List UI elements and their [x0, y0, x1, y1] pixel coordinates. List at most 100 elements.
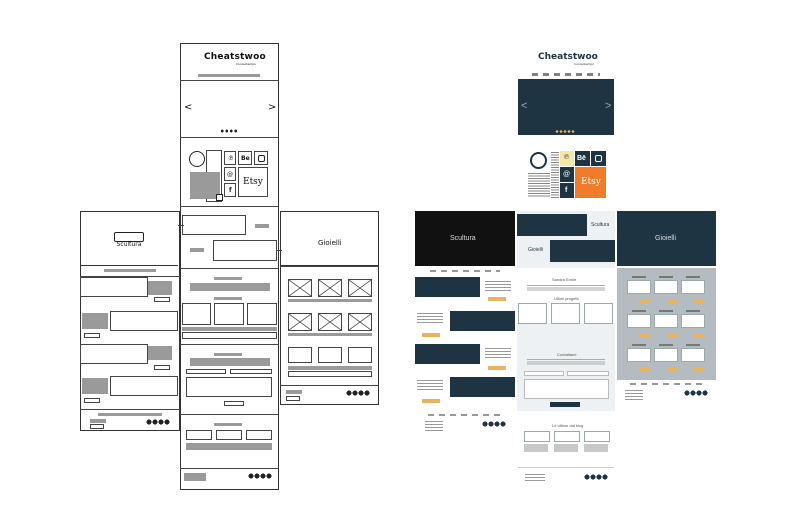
mockup-product-row[interactable] [415, 344, 480, 364]
mockup-product-row[interactable] [415, 277, 480, 297]
wireframe-nav-bar [98, 413, 162, 416]
mockup-product-button[interactable] [640, 299, 650, 303]
mockup-product-card[interactable] [654, 314, 678, 328]
mockup-footer-social-icons [482, 421, 506, 427]
wireframe-work-card[interactable] [182, 303, 211, 325]
mockup-product-button[interactable] [488, 366, 506, 370]
mockup-product-card[interactable] [627, 314, 651, 328]
mockup-product-row[interactable] [450, 311, 515, 331]
mockup-product-text [417, 380, 443, 392]
wireframe-heading-bar [214, 297, 242, 300]
mockup-product-button[interactable] [667, 367, 677, 371]
mockup-product-button[interactable] [422, 399, 440, 403]
wireframe-input-name[interactable] [186, 369, 226, 374]
mockup-product-card[interactable] [627, 280, 651, 294]
mockup-etsy-button[interactable]: Etsy [575, 167, 606, 198]
wireframe-blog-card[interactable] [216, 430, 242, 440]
wireframe-facebook-button[interactable]: f [224, 183, 236, 197]
mockup-slider-prev[interactable]: < [521, 101, 527, 112]
mockup-gioielli-tile[interactable] [550, 240, 615, 262]
wireframe-product-image[interactable] [318, 347, 342, 363]
mockup-nav-menu[interactable] [532, 73, 600, 76]
mockup-product-label [632, 344, 646, 346]
mockup-product-button[interactable] [694, 333, 704, 337]
wireframe-scultura-tile[interactable] [182, 215, 246, 235]
mockup-product-button[interactable] [694, 367, 704, 371]
wireframe-product-image[interactable] [318, 313, 342, 331]
mockup-product-card[interactable] [681, 280, 705, 294]
mockup-blog-card[interactable] [554, 431, 580, 442]
mockup-nav-menu[interactable] [428, 414, 502, 416]
mockup-nav-menu[interactable] [630, 383, 704, 385]
wireframe-divider [180, 414, 279, 415]
wireframe-instagram-button[interactable] [254, 151, 268, 165]
wireframe-product-image[interactable] [348, 347, 372, 363]
wireframe-footer-button[interactable] [286, 396, 300, 401]
mockup-pinterest-button[interactable]: ℗ [560, 151, 574, 166]
mockup-contact-heading: Contattami [557, 352, 577, 357]
wireframe-gioielli-tile[interactable] [213, 240, 277, 261]
mockup-facebook-button[interactable]: f [560, 183, 574, 198]
wireframe-product-row[interactable] [110, 376, 178, 396]
wireframe-blog-card[interactable] [246, 430, 272, 440]
mockup-product-button[interactable] [667, 333, 677, 337]
wireframe-logo-text: Cheatstwoo [204, 52, 266, 62]
wireframe-product-button[interactable] [84, 333, 100, 338]
mockup-input-name[interactable] [524, 371, 564, 376]
mockup-work-card[interactable] [551, 303, 580, 324]
mockup-product-card[interactable] [654, 348, 678, 362]
mockup-product-card[interactable] [627, 348, 651, 362]
wireframe-email-button[interactable]: @ [224, 167, 236, 181]
mockup-nav-menu[interactable] [430, 270, 500, 272]
mockup-product-row[interactable] [450, 377, 515, 397]
mockup-product-button[interactable] [640, 333, 650, 337]
wireframe-product-image[interactable] [318, 279, 342, 297]
wireframe-pinterest-button[interactable]: ℗ [224, 151, 236, 165]
wireframe-slider-prev[interactable]: < [184, 103, 192, 113]
mockup-textarea[interactable] [524, 379, 609, 399]
mockup-product-button[interactable] [667, 299, 677, 303]
mockup-work-card[interactable] [584, 303, 613, 324]
wireframe-product-button[interactable] [84, 398, 100, 403]
mockup-email-button[interactable]: @ [560, 167, 574, 182]
wireframe-product-button[interactable] [154, 297, 170, 302]
mockup-product-button[interactable] [694, 299, 704, 303]
wireframe-product-row[interactable] [80, 277, 148, 297]
wireframe-work-card[interactable] [247, 303, 277, 325]
mockup-product-card[interactable] [654, 280, 678, 294]
mockup-product-card[interactable] [681, 314, 705, 328]
mockup-behance-button[interactable]: Bē [575, 151, 590, 166]
wireframe-product-image[interactable] [348, 279, 372, 297]
wireframe-product-image[interactable] [348, 313, 372, 331]
wireframe-product-image[interactable] [288, 279, 312, 297]
mockup-input-email[interactable] [567, 371, 609, 376]
wireframe-input-email[interactable] [230, 369, 272, 374]
mockup-slider-next[interactable]: > [605, 101, 611, 112]
mockup-product-card[interactable] [681, 348, 705, 362]
mockup-instagram-button[interactable] [591, 151, 606, 166]
mockup-product-button[interactable] [488, 297, 506, 301]
mockup-send-button[interactable] [550, 402, 580, 407]
wireframe-behance-button[interactable]: Be [238, 151, 252, 165]
mockup-work-card[interactable] [518, 303, 547, 324]
wireframe-etsy-button[interactable]: Etsy [238, 167, 268, 197]
wireframe-blog-card[interactable] [186, 430, 212, 440]
mockup-scultura-tile[interactable] [517, 214, 587, 236]
wireframe-footer-button[interactable] [90, 424, 104, 429]
wireframe-textarea[interactable] [186, 377, 272, 397]
mockup-blog-card[interactable] [524, 431, 550, 442]
wireframe-product-button[interactable] [154, 365, 170, 370]
wireframe-product-row[interactable] [80, 344, 148, 364]
wireframe-slider-next[interactable]: > [268, 103, 276, 113]
wireframe-work-card[interactable] [214, 303, 244, 325]
mockup-product-button[interactable] [640, 367, 650, 371]
mockup-blog-card[interactable] [584, 431, 610, 442]
wireframe-send-button[interactable] [224, 401, 244, 406]
wireframe-product-image[interactable] [288, 347, 312, 363]
mockup-product-text [485, 281, 511, 293]
wireframe-product-row[interactable] [110, 311, 178, 331]
mockup-footer-text [425, 421, 443, 431]
wireframe-product-image[interactable] [288, 313, 312, 331]
mockup-product-button[interactable] [422, 333, 440, 337]
mockup-footer-text [625, 390, 643, 400]
